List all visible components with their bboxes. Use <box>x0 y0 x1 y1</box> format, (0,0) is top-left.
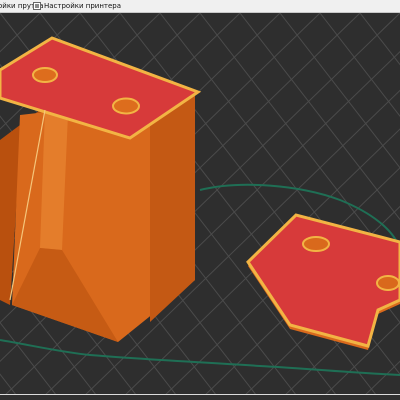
tab-printer-label: Настройки принтера <box>44 2 122 10</box>
plate-hole-left <box>302 236 330 252</box>
block-hole-left <box>32 67 58 83</box>
tall-block-model[interactable] <box>0 36 202 342</box>
3d-viewport[interactable] <box>0 13 400 400</box>
slicer-window: ойки прутка Настройки принтера <box>0 0 400 400</box>
printer-settings-icon <box>33 2 41 10</box>
tab-printer-settings[interactable]: Настройки принтера <box>33 0 121 12</box>
block-hole-right <box>112 97 140 115</box>
settings-tabbar: ойки прутка Настройки принтера <box>0 0 400 13</box>
plater-scene[interactable] <box>0 13 400 400</box>
plate-hole-right <box>376 275 400 291</box>
status-strip <box>0 395 400 400</box>
